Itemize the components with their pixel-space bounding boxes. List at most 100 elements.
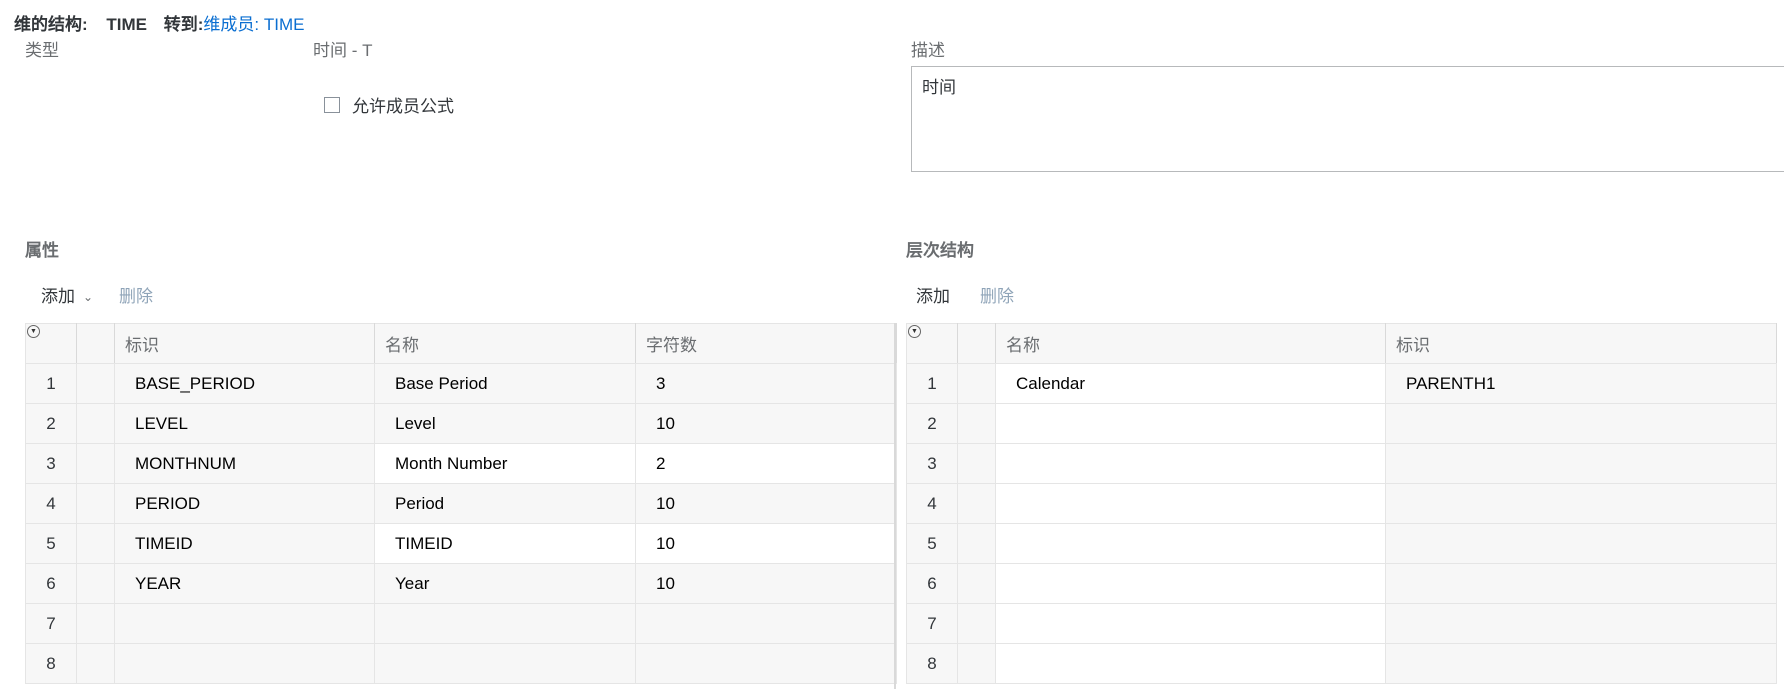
row-number: 5	[906, 523, 958, 564]
row-selector[interactable]	[957, 603, 996, 644]
row-selector[interactable]	[76, 483, 115, 524]
hier-name-cell[interactable]	[995, 643, 1386, 684]
attr-name-cell[interactable]	[374, 643, 636, 684]
attr-chars-cell[interactable]: 2	[635, 443, 897, 484]
hier-name-cell[interactable]	[995, 523, 1386, 564]
table-row[interactable]: 6	[906, 563, 1777, 604]
row-number: 4	[25, 483, 77, 524]
row-selector[interactable]	[957, 443, 996, 484]
row-selector[interactable]	[76, 523, 115, 564]
row-selector[interactable]	[76, 603, 115, 644]
attr-name-cell[interactable]: Year	[374, 563, 636, 604]
hierarchy-col-id[interactable]: 标识	[1385, 323, 1777, 364]
row-selector[interactable]	[957, 363, 996, 404]
table-row[interactable]: 2 LEVEL Level 10	[25, 403, 897, 444]
attributes-delete-button[interactable]: 删除	[119, 282, 153, 307]
hier-name-cell[interactable]	[995, 443, 1386, 484]
row-selector[interactable]	[76, 443, 115, 484]
attr-id-cell[interactable]	[114, 643, 375, 684]
attr-name-cell[interactable]: Base Period	[374, 363, 636, 404]
attributes-add-label: 添加	[41, 287, 75, 306]
hier-name-cell[interactable]	[995, 483, 1386, 524]
hier-id-cell[interactable]	[1385, 443, 1777, 484]
attr-name-cell[interactable]: Period	[374, 483, 636, 524]
attributes-col-name[interactable]: 名称	[374, 323, 636, 364]
attr-id-cell[interactable]: PERIOD	[114, 483, 375, 524]
table-row[interactable]: 4	[906, 483, 1777, 524]
hier-id-cell[interactable]	[1385, 643, 1777, 684]
hier-name-cell[interactable]	[995, 403, 1386, 444]
hier-id-cell[interactable]	[1385, 483, 1777, 524]
attributes-column-menu[interactable]: ▼	[25, 323, 77, 364]
attr-chars-cell[interactable]: 10	[635, 523, 897, 564]
attr-name-cell[interactable]: Month Number	[374, 443, 636, 484]
attr-chars-cell[interactable]: 10	[635, 563, 897, 604]
table-row[interactable]: 7	[25, 603, 897, 644]
hierarchy-col-name[interactable]: 名称	[995, 323, 1386, 364]
type-label: 类型	[25, 41, 59, 60]
attr-id-cell[interactable]: BASE_PERIOD	[114, 363, 375, 404]
attr-chars-cell[interactable]	[635, 603, 897, 644]
table-row[interactable]: 6 YEAR Year 10	[25, 563, 897, 604]
row-selector[interactable]	[957, 523, 996, 564]
allow-member-formula-label: 允许成员公式	[352, 97, 454, 116]
attr-name-cell[interactable]: TIMEID	[374, 523, 636, 564]
table-row[interactable]: 3	[906, 443, 1777, 484]
table-row[interactable]: 5 TIMEID TIMEID 10	[25, 523, 897, 564]
hier-name-cell[interactable]	[995, 563, 1386, 604]
attr-chars-cell[interactable]	[635, 643, 897, 684]
attr-id-cell[interactable]: YEAR	[114, 563, 375, 604]
page-title: 维的结构: TIME 转到:维成员: TIME	[14, 10, 304, 35]
attr-name-cell[interactable]	[374, 603, 636, 644]
attr-chars-cell[interactable]: 10	[635, 403, 897, 444]
attributes-header-row: ▼ 标识 名称 字符数	[25, 323, 897, 364]
attr-name-cell[interactable]: Level	[374, 403, 636, 444]
attr-id-cell[interactable]: LEVEL	[114, 403, 375, 444]
row-selector[interactable]	[76, 363, 115, 404]
hier-id-cell[interactable]: PARENTH1	[1385, 363, 1777, 404]
attr-id-cell[interactable]	[114, 603, 375, 644]
hier-id-cell[interactable]	[1385, 523, 1777, 564]
table-row[interactable]: 3 MONTHNUM Month Number 2	[25, 443, 897, 484]
allow-member-formula-checkbox[interactable]	[324, 96, 340, 113]
dimension-name: TIME	[106, 15, 148, 34]
hier-id-cell[interactable]	[1385, 403, 1777, 444]
description-textarea[interactable]: 时间	[911, 66, 1784, 172]
column-menu-icon[interactable]: ▼	[908, 325, 921, 338]
attr-id-cell[interactable]: MONTHNUM	[114, 443, 375, 484]
table-row[interactable]: 7	[906, 603, 1777, 644]
hier-id-cell[interactable]	[1385, 563, 1777, 604]
hier-name-cell[interactable]	[995, 603, 1386, 644]
attributes-col-chars[interactable]: 字符数	[635, 323, 897, 364]
row-selector[interactable]	[76, 563, 115, 604]
attributes-add-button[interactable]: 添加 ⌄	[41, 282, 93, 307]
row-number: 8	[25, 643, 77, 684]
attr-chars-cell[interactable]: 3	[635, 363, 897, 404]
table-row[interactable]: 2	[906, 403, 1777, 444]
table-row[interactable]: 4 PERIOD Period 10	[25, 483, 897, 524]
hier-id-cell[interactable]	[1385, 603, 1777, 644]
table-row[interactable]: 1 BASE_PERIOD Base Period 3	[25, 363, 897, 404]
table-row[interactable]: 1 Calendar PARENTH1	[906, 363, 1777, 404]
hierarchy-column-menu[interactable]: ▼	[906, 323, 958, 364]
hierarchy-add-button[interactable]: 添加	[916, 282, 950, 307]
column-menu-icon[interactable]: ▼	[27, 325, 40, 338]
table-row[interactable]: 5	[906, 523, 1777, 564]
attr-id-cell[interactable]: TIMEID	[114, 523, 375, 564]
attributes-col-id[interactable]: 标识	[114, 323, 375, 364]
hierarchy-selection-header	[957, 323, 996, 364]
row-selector[interactable]	[76, 403, 115, 444]
row-selector[interactable]	[957, 483, 996, 524]
row-selector[interactable]	[957, 643, 996, 684]
row-selector[interactable]	[957, 403, 996, 444]
table-row[interactable]: 8	[25, 643, 897, 684]
hier-name-cell[interactable]: Calendar	[995, 363, 1386, 404]
goto-members-link[interactable]: 维成员: TIME	[203, 15, 304, 34]
allow-member-formula[interactable]: 允许成员公式	[324, 92, 454, 117]
hierarchy-delete-button[interactable]: 删除	[980, 282, 1014, 307]
row-number: 6	[25, 563, 77, 604]
row-selector[interactable]	[957, 563, 996, 604]
row-selector[interactable]	[76, 643, 115, 684]
table-row[interactable]: 8	[906, 643, 1777, 684]
attr-chars-cell[interactable]: 10	[635, 483, 897, 524]
